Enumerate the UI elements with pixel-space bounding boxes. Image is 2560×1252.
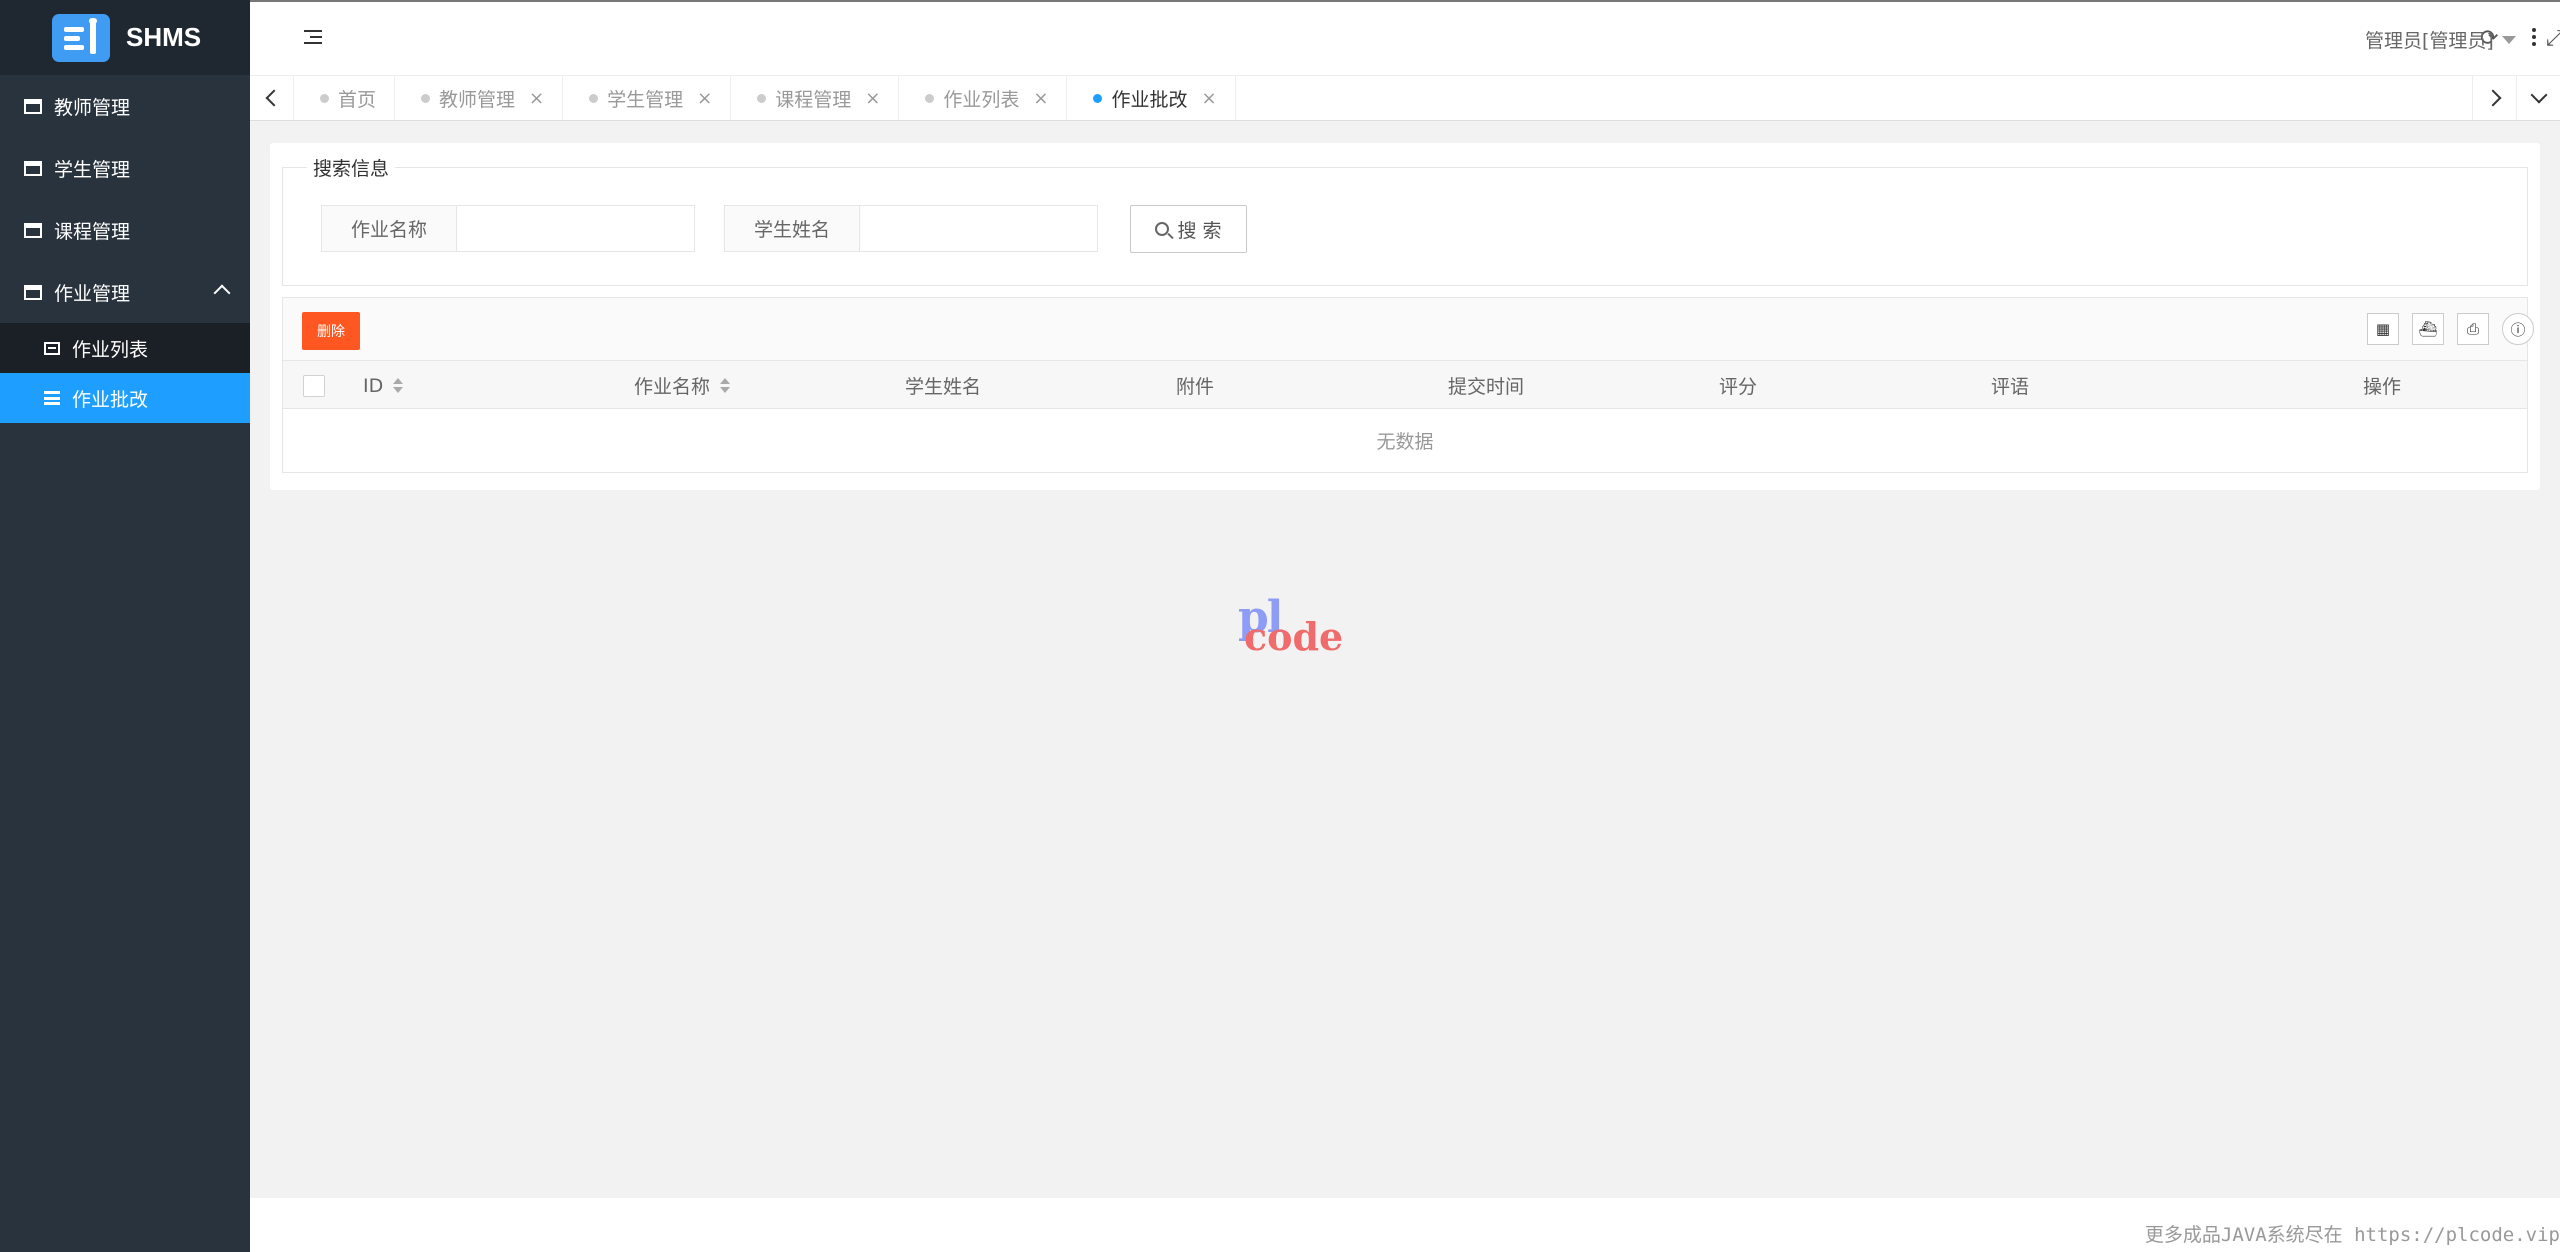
- watermark-bottom: code: [1244, 614, 1344, 659]
- close-icon[interactable]: ×: [529, 88, 544, 109]
- user-name: 管理员[管理员]: [2365, 30, 2494, 52]
- chevron-left-icon: [265, 89, 282, 107]
- tabs-options-button[interactable]: [2516, 76, 2560, 120]
- sidebar-subitem-label: 作业列表: [72, 338, 149, 361]
- logo-bar: SHMS: [0, 0, 250, 75]
- search-button-label: 搜 索: [1177, 219, 1222, 242]
- table-toolbar: 删除 ▦ ⛴ ⎙ ⓘ: [282, 297, 2534, 360]
- sidebar-item-homework[interactable]: 作业管理: [0, 261, 250, 323]
- sidebar-item-label: 课程管理: [54, 220, 131, 243]
- close-icon[interactable]: ×: [697, 88, 712, 109]
- close-icon[interactable]: ×: [1201, 88, 1216, 109]
- select-all-checkbox[interactable]: [303, 361, 325, 410]
- delete-button[interactable]: 删除: [302, 312, 360, 350]
- close-icon[interactable]: ×: [1033, 88, 1048, 109]
- tab-students[interactable]: 学生管理 ×: [563, 76, 732, 120]
- tabs: 首页 教师管理 × 学生管理 × 课程管理 × 作业列表 × 作业批改 ×: [294, 76, 1236, 120]
- sidebar-item-courses[interactable]: 课程管理: [0, 199, 250, 261]
- user-menu[interactable]: 管理员[管理员]: [2365, 26, 2516, 53]
- tab-homework-list[interactable]: 作业列表 ×: [899, 76, 1068, 120]
- tabs-scroll-right-button[interactable]: [2472, 76, 2516, 120]
- collapse-menu-icon[interactable]: [304, 30, 322, 46]
- column-id[interactable]: ID: [363, 361, 404, 410]
- close-icon[interactable]: ×: [865, 88, 880, 109]
- list-icon: [44, 341, 60, 355]
- search-button[interactable]: 搜 索: [1130, 205, 1247, 253]
- sidebar-item-homework-grading[interactable]: 作业批改: [0, 373, 250, 423]
- sidebar-item-students[interactable]: 学生管理: [0, 137, 250, 199]
- homework-name-group: 作业名称: [321, 205, 695, 252]
- search-fieldset: 搜索信息 作业名称 学生姓名 搜 索: [282, 154, 2528, 286]
- tab-homework-grading[interactable]: 作业批改 ×: [1067, 76, 1236, 120]
- tab-dot-icon: [925, 93, 935, 103]
- tab-label: 作业列表: [943, 88, 1020, 111]
- column-label: ID: [363, 374, 384, 397]
- sidebar-item-label: 教师管理: [54, 96, 131, 119]
- student-name-input[interactable]: [860, 205, 1098, 252]
- table-header: ID 作业名称 学生姓名 附件 提交时间 评分 评语 操作: [282, 360, 2528, 409]
- logo-icon: [52, 13, 110, 62]
- tab-dot-icon: [757, 93, 767, 103]
- window-icon: [24, 98, 42, 114]
- column-submit-time: 提交时间: [1448, 376, 1525, 398]
- homework-name-label: 作业名称: [321, 205, 457, 252]
- columns-filter-icon[interactable]: ▦: [2367, 313, 2399, 345]
- column-attachment: 附件: [1176, 376, 1215, 398]
- chevron-down-icon: [2530, 86, 2547, 104]
- print-icon[interactable]: ⎙: [2457, 313, 2489, 345]
- tab-label: 教师管理: [439, 88, 516, 111]
- app-name: SHMS: [126, 22, 202, 52]
- fullscreen-icon[interactable]: ⤢: [2546, 26, 2560, 51]
- info-icon[interactable]: ⓘ: [2502, 313, 2534, 345]
- search-icon: [1155, 222, 1170, 236]
- top-header: ⟳ ⤢ 管理员[管理员]: [250, 0, 2560, 75]
- table-empty-message: 无数据: [282, 409, 2528, 473]
- column-homework-name[interactable]: 作业名称: [634, 361, 731, 410]
- homework-name-input[interactable]: [457, 205, 695, 252]
- tab-label: 作业批改: [1111, 88, 1188, 111]
- column-actions: 操作: [2363, 376, 2402, 398]
- column-student-name: 学生姓名: [905, 376, 982, 398]
- window-icon: [24, 284, 42, 300]
- menu-lines-icon: [44, 391, 60, 405]
- tab-dot-icon: [320, 93, 329, 103]
- tab-dot-icon: [589, 93, 599, 103]
- tabs-bar: 首页 教师管理 × 学生管理 × 课程管理 × 作业列表 × 作业批改 ×: [250, 75, 2560, 121]
- homework-submenu: 作业列表 作业批改: [0, 323, 250, 423]
- sidebar-subitem-label: 作业批改: [72, 388, 149, 411]
- sidebar-item-homework-list[interactable]: 作业列表: [0, 323, 250, 373]
- tab-dot-icon: [1093, 93, 1103, 103]
- tab-label: 首页: [338, 88, 377, 111]
- window-icon: [24, 222, 42, 238]
- tab-label: 课程管理: [775, 88, 852, 111]
- column-comment: 评语: [1991, 376, 2030, 398]
- tab-courses[interactable]: 课程管理 ×: [731, 76, 900, 120]
- export-icon[interactable]: ⛴: [2412, 313, 2444, 345]
- sidebar-item-teachers[interactable]: 教师管理: [0, 75, 250, 137]
- chevron-right-icon: [2484, 89, 2501, 107]
- column-score: 评分: [1719, 376, 1758, 398]
- tabs-scroll-left-button[interactable]: [250, 76, 294, 120]
- tab-label: 学生管理: [607, 88, 684, 111]
- sidebar: SHMS 教师管理 学生管理 课程管理 作业管理 作业列表 作业批改: [0, 0, 250, 1252]
- student-name-group: 学生姓名: [724, 205, 1098, 252]
- more-vertical-icon[interactable]: [2532, 28, 2536, 48]
- window-icon: [24, 160, 42, 176]
- sort-icon[interactable]: [393, 378, 404, 393]
- main-panel: 搜索信息 作业名称 学生姓名 搜 索 删除 ▦ ⛴ ⎙ ⓘ ID 作业名称 学生…: [270, 143, 2540, 490]
- chevron-up-icon: [213, 284, 231, 302]
- caret-down-icon: [2501, 35, 2516, 44]
- tab-dot-icon: [421, 93, 431, 103]
- footer-text: 更多成品JAVA系统尽在 https://plcode.vip: [2144, 1224, 2560, 1246]
- footer: 更多成品JAVA系统尽在 https://plcode.vip: [250, 1198, 2560, 1252]
- sidebar-item-label: 学生管理: [54, 158, 131, 181]
- column-label: 作业名称: [634, 376, 711, 398]
- tab-home[interactable]: 首页: [294, 76, 396, 120]
- student-name-label: 学生姓名: [724, 205, 860, 252]
- sidebar-item-label: 作业管理: [54, 282, 131, 305]
- tab-teachers[interactable]: 教师管理 ×: [395, 76, 564, 120]
- search-legend: 搜索信息: [307, 154, 396, 181]
- sort-icon[interactable]: [720, 378, 731, 393]
